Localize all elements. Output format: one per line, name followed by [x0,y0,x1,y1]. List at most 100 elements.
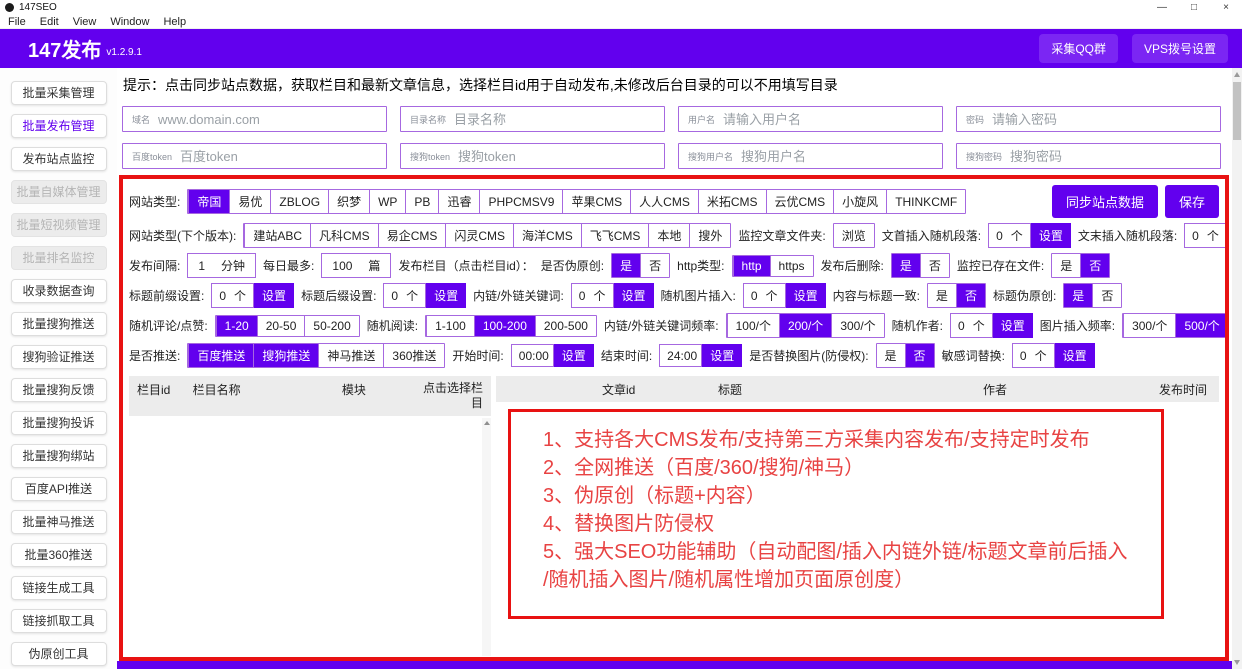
qq-group-button[interactable]: 采集QQ群 [1039,34,1118,63]
site-type-chip[interactable]: ZBLOG [270,190,328,213]
horizontal-scrollbar[interactable] [117,661,1232,669]
site-type-chip[interactable]: 云优CMS [765,190,834,213]
keyword-freq-chip[interactable]: 300/个 [831,314,883,337]
sogou-username-field[interactable]: 搜狗用户名 [678,143,943,169]
keyword-freq-chip[interactable]: 100/个 [726,314,779,337]
browse-button[interactable]: 浏览 [834,224,874,247]
content-match-yes[interactable]: 是 [928,284,956,307]
sogou-password-field[interactable]: 搜狗密码 [956,143,1221,169]
sidebar-item[interactable]: 批量采集管理 [10,81,107,105]
sidebar-item[interactable]: 批量发布管理 [10,114,107,138]
interval-input[interactable]: 1 分钟 [187,253,257,278]
sidebar-item[interactable]: 批量神马推送 [10,510,107,534]
menu-item[interactable]: Help [163,16,186,28]
sidebar-item[interactable]: 伪原创工具 [10,642,107,666]
menu-item[interactable]: Edit [40,16,59,28]
monitor-exist-yes[interactable]: 是 [1052,254,1080,277]
site-type-chip[interactable]: 迅睿 [438,190,479,213]
title-suffix-set-button[interactable]: 设置 [426,283,467,308]
vps-settings-button[interactable]: VPS拨号设置 [1131,34,1228,63]
title-pseudo-no[interactable]: 否 [1092,284,1121,307]
sidebar-item[interactable]: 批量搜狗绑站 [10,444,107,468]
menu-item[interactable]: File [8,16,26,28]
site-type-chip[interactable]: 易优 [229,190,270,213]
baidu-token-input[interactable] [180,148,377,164]
sidebar-item[interactable]: 收录数据查询 [10,279,107,303]
end-time-set-button[interactable]: 设置 [702,344,743,367]
site-type-next-chip[interactable]: 海洋CMS [513,224,581,247]
random-image-set-button[interactable]: 设置 [785,283,826,308]
sidebar-item[interactable]: 批量搜狗投诉 [10,411,107,435]
para-head-input[interactable]: 0个 [988,223,1031,248]
end-time-input[interactable]: 24:00 [659,344,703,367]
random-comments-chip[interactable]: 20-50 [256,315,305,336]
directory-name-field[interactable]: 目录名称 [400,106,665,132]
scroll-up-icon[interactable] [1234,72,1240,77]
random-comments-chip[interactable]: 1-20 [215,315,257,336]
scrollbar-thumb[interactable] [1233,82,1241,140]
sidebar-item[interactable]: 批量搜狗反馈 [10,378,107,402]
site-type-chip[interactable]: PHPCMSV9 [479,190,562,213]
title-pseudo-yes[interactable]: 是 [1064,284,1093,307]
sogou-password-input[interactable] [1010,148,1211,164]
sensitive-set-button[interactable]: 设置 [1054,343,1095,368]
baidu-token-field[interactable]: 百度token [122,143,387,169]
replace-image-no[interactable]: 否 [904,344,934,367]
http-type-chip[interactable]: http [732,255,770,276]
sidebar-item[interactable]: 批量排名监控 [10,246,107,270]
maximize-button[interactable]: □ [1178,0,1210,15]
random-reads-chip[interactable]: 100-200 [473,315,535,336]
delete-after-no[interactable]: 否 [919,254,949,277]
title-prefix-input[interactable]: 0个 [211,283,255,308]
site-type-chip[interactable]: 米拓CMS [697,190,766,213]
column-table-scrollbar[interactable] [482,418,491,656]
site-type-chip[interactable]: 织梦 [328,190,369,213]
password-input[interactable] [992,111,1211,127]
site-type-next-chip[interactable]: 闪灵CMS [445,224,513,247]
link-keywords-input[interactable]: 0个 [570,283,614,308]
site-type-next-chip[interactable]: 搜外 [689,224,730,247]
para-tail-input[interactable]: 0个 [1184,223,1225,248]
random-comments-chip[interactable]: 50-200 [304,315,358,336]
sidebar-item[interactable]: 百度API推送 [10,477,107,501]
para-head-set-button[interactable]: 设置 [1030,223,1071,248]
start-time-input[interactable]: 00:00 [510,344,554,367]
random-author-input[interactable]: 0个 [950,313,993,338]
site-type-next-chip[interactable]: 易企CMS [377,224,446,247]
delete-after-yes[interactable]: 是 [891,254,920,277]
random-reads-chip[interactable]: 200-500 [534,315,596,336]
site-type-next-chip[interactable]: 凡科CMS [310,224,378,247]
close-button[interactable]: × [1210,0,1242,15]
push-chip[interactable]: 搜狗推送 [253,344,319,367]
start-time-set-button[interactable]: 设置 [553,344,594,367]
site-type-chip[interactable]: WP [369,190,405,213]
sidebar-item[interactable]: 发布站点监控 [10,147,107,171]
domain-input[interactable] [158,111,377,127]
site-type-next-chip[interactable]: 建站ABC [244,224,310,247]
site-type-chip[interactable]: PB [405,190,438,213]
pseudo-original-no[interactable]: 否 [640,254,669,277]
title-prefix-set-button[interactable]: 设置 [254,283,295,308]
site-type-next-chip[interactable]: 本地 [648,224,689,247]
pseudo-original-yes[interactable]: 是 [612,254,641,277]
save-button[interactable]: 保存 [1164,185,1219,218]
sidebar-item[interactable]: 批量自媒体管理 [10,180,107,204]
http-type-chip[interactable]: https [769,255,813,276]
sogou-token-field[interactable]: 搜狗token [400,143,665,169]
link-keywords-set-button[interactable]: 设置 [613,283,654,308]
site-type-chip[interactable]: 苹果CMS [562,190,630,213]
sync-site-data-button[interactable]: 同步站点数据 [1051,185,1158,218]
sidebar-item[interactable]: 批量搜狗推送 [10,312,107,336]
sidebar-item[interactable]: 搜狗验证推送 [10,345,107,369]
site-type-chip[interactable]: 人人CMS [630,190,698,213]
username-field[interactable]: 用户名 [678,106,943,132]
directory-name-input[interactable] [454,111,655,127]
image-freq-chip[interactable]: 500/个 [1175,314,1225,337]
keyword-freq-chip[interactable]: 200/个 [778,314,832,337]
vertical-scrollbar[interactable] [1232,68,1242,669]
sensitive-input[interactable]: 0个 [1011,343,1055,368]
scroll-up-icon[interactable] [484,421,490,425]
monitor-exist-no[interactable]: 否 [1080,254,1110,277]
para-tail-set-button[interactable]: 设置 [1227,223,1229,248]
password-field[interactable]: 密码 [956,106,1221,132]
